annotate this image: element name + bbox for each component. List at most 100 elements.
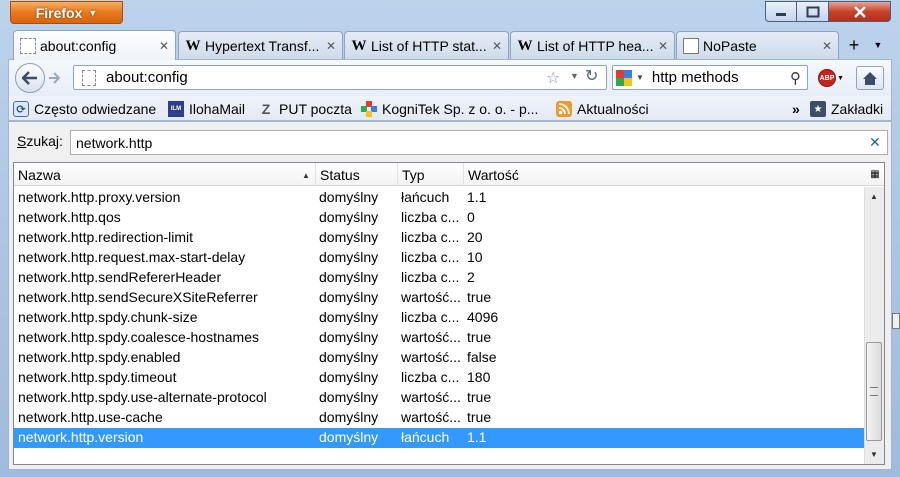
- home-button[interactable]: [856, 66, 884, 90]
- pref-type: łańcuch: [401, 189, 450, 205]
- tab-close-icon[interactable]: ✕: [159, 39, 169, 53]
- wikipedia-icon: W: [517, 37, 533, 54]
- pref-type: wartość...: [401, 289, 461, 305]
- table-row[interactable]: network.http.spdy.enabled domyślny wartość…: [14, 348, 864, 368]
- minimize-button[interactable]: [765, 1, 797, 22]
- bookmark-put-poczta[interactable]: Z PUT poczta: [258, 99, 352, 119]
- bookmarks-menu-button[interactable]: ★ Zakładki: [810, 99, 883, 119]
- bookmark-most-visited[interactable]: ⟳ Często odwiedzane: [13, 99, 156, 119]
- scroll-up-arrow-icon[interactable]: ▲: [865, 188, 883, 204]
- table-row[interactable]: network.http.version domyślny łańcuch 1.1: [14, 428, 864, 448]
- filter-input[interactable]: network.http: [70, 130, 888, 155]
- table-row[interactable]: network.http.use-cache domyślny wartość...…: [14, 408, 864, 428]
- pref-value: 1.1: [467, 429, 487, 445]
- search-bar[interactable]: ▼ http methods ⚲: [612, 65, 808, 90]
- back-button[interactable]: [15, 63, 45, 93]
- reload-icon[interactable]: ↻: [585, 66, 598, 86]
- star-icon: ★: [810, 101, 826, 117]
- pref-name: network.http.sendRefererHeader: [18, 269, 222, 285]
- pref-name: network.http.proxy.version: [18, 189, 181, 205]
- column-picker-icon[interactable]: ▦: [868, 166, 882, 182]
- pref-name: network.http.redirection-limit: [18, 229, 194, 245]
- pref-name: network.http.spdy.use-alternate-protocol: [18, 389, 267, 405]
- new-tab-button[interactable]: +: [841, 33, 867, 58]
- bookmarks-overflow-button[interactable]: »: [792, 99, 800, 119]
- clear-filter-icon[interactable]: ✕: [869, 134, 881, 151]
- search-input[interactable]: http methods: [652, 69, 786, 86]
- close-window-button[interactable]: [829, 1, 891, 22]
- blank-page-icon: [20, 37, 36, 54]
- pref-value: 0: [467, 209, 475, 225]
- pref-status: domyślny: [319, 349, 379, 365]
- adblock-plus-button[interactable]: ABP ▼: [818, 67, 846, 89]
- bookmark-kognitek[interactable]: KogniTek Sp. z o. o. - p...: [361, 99, 538, 119]
- table-row[interactable]: network.http.request.max-start-delay domy…: [14, 248, 864, 268]
- tab-about-config[interactable]: about:config ✕: [13, 30, 176, 60]
- table-row[interactable]: network.http.spdy.use-alternate-protocol…: [14, 388, 864, 408]
- pref-name: network.http.spdy.enabled: [18, 349, 181, 365]
- page-identity-icon[interactable]: [82, 69, 96, 86]
- pref-status: domyślny: [319, 369, 379, 385]
- chevron-down-icon: ▼: [837, 74, 844, 82]
- table-row[interactable]: network.http.sendRefererHeader domyślny li…: [14, 268, 864, 288]
- tab-close-icon[interactable]: ✕: [658, 39, 668, 53]
- tab-close-icon[interactable]: ✕: [822, 39, 832, 53]
- column-label: Nazwa: [18, 166, 61, 183]
- firefox-menu-button[interactable]: Firefox ▼: [10, 1, 123, 24]
- forward-arrow-icon: [49, 72, 60, 84]
- column-header-value[interactable]: Wartość: [464, 163, 864, 186]
- pref-status: domyślny: [319, 189, 379, 205]
- maximize-icon: [806, 6, 819, 17]
- table-row[interactable]: network.http.spdy.chunk-size domyślny licz…: [14, 308, 864, 328]
- pref-type: liczba c...: [401, 269, 460, 285]
- pref-name: network.http.version: [18, 429, 144, 445]
- pref-value: 180: [467, 369, 491, 385]
- pref-name: network.http.sendSecureXSiteReferrer: [18, 289, 258, 305]
- table-row[interactable]: network.http.redirection-limit domyślny li…: [14, 228, 864, 248]
- tab-http-status-codes[interactable]: W List of HTTP stat... ✕: [344, 31, 509, 59]
- pref-type: liczba c...: [401, 369, 460, 385]
- nopaste-icon: [683, 37, 699, 54]
- table-row[interactable]: network.http.spdy.coalesce-hostnames domy…: [14, 328, 864, 348]
- pref-type: wartość...: [401, 329, 461, 345]
- pref-name: network.http.qos: [18, 209, 121, 225]
- google-icon[interactable]: [616, 69, 632, 86]
- table-row[interactable]: network.http.proxy.version domyślny łańcuc…: [14, 188, 864, 208]
- column-header-name[interactable]: Nazwa: [14, 163, 316, 186]
- tab-close-icon[interactable]: ✕: [492, 39, 502, 53]
- column-header-type[interactable]: Typ: [398, 163, 464, 186]
- kognitek-icon: [361, 101, 377, 117]
- column-header-status[interactable]: Status: [316, 163, 398, 186]
- home-icon: [863, 71, 877, 85]
- search-icon[interactable]: ⚲: [790, 69, 801, 87]
- pref-status: domyślny: [319, 289, 379, 305]
- tab-list-button[interactable]: ▼: [870, 37, 886, 53]
- url-history-dropdown-icon[interactable]: ▼: [570, 71, 579, 81]
- rss-icon: [556, 101, 572, 117]
- pref-value: true: [467, 409, 492, 425]
- table-row[interactable]: network.http.qos domyślny liczba c... 0: [14, 208, 864, 228]
- filter-input-value: network.http: [76, 134, 153, 151]
- scroll-down-arrow-icon[interactable]: ▼: [865, 446, 883, 462]
- url-bar[interactable]: about:config: [73, 65, 607, 90]
- table-row[interactable]: network.http.sendSecureXSiteReferrer domy…: [14, 288, 864, 308]
- pref-value: true: [467, 289, 492, 305]
- tab-hypertext-transfer[interactable]: W Hypertext Transf... ✕: [178, 31, 343, 59]
- tab-close-icon[interactable]: ✕: [326, 39, 336, 53]
- column-label: Status: [320, 166, 360, 183]
- forward-button[interactable]: [44, 68, 64, 88]
- tab-nopaste[interactable]: NoPaste ✕: [676, 31, 839, 59]
- maximize-button[interactable]: [797, 1, 829, 22]
- tab-http-headers[interactable]: W List of HTTP hea... ✕: [510, 31, 675, 59]
- sort-ascending-icon: ▲: [302, 171, 310, 180]
- tab-label: about:config: [40, 37, 117, 54]
- bookmark-ilohamail[interactable]: ILM IlohaMail: [168, 99, 245, 119]
- pref-type: wartość...: [401, 349, 461, 365]
- bookmark-aktualnosci[interactable]: Aktualności: [556, 99, 649, 119]
- pref-name: network.http.request.max-start-delay: [18, 249, 246, 265]
- window-resize-handle[interactable]: [892, 313, 900, 329]
- table-row[interactable]: network.http.spdy.timeout domyślny liczba …: [14, 368, 864, 388]
- pref-status: domyślny: [319, 209, 379, 225]
- search-engine-dropdown-icon[interactable]: ▼: [636, 73, 644, 82]
- bookmark-star-icon[interactable]: ☆: [546, 68, 560, 88]
